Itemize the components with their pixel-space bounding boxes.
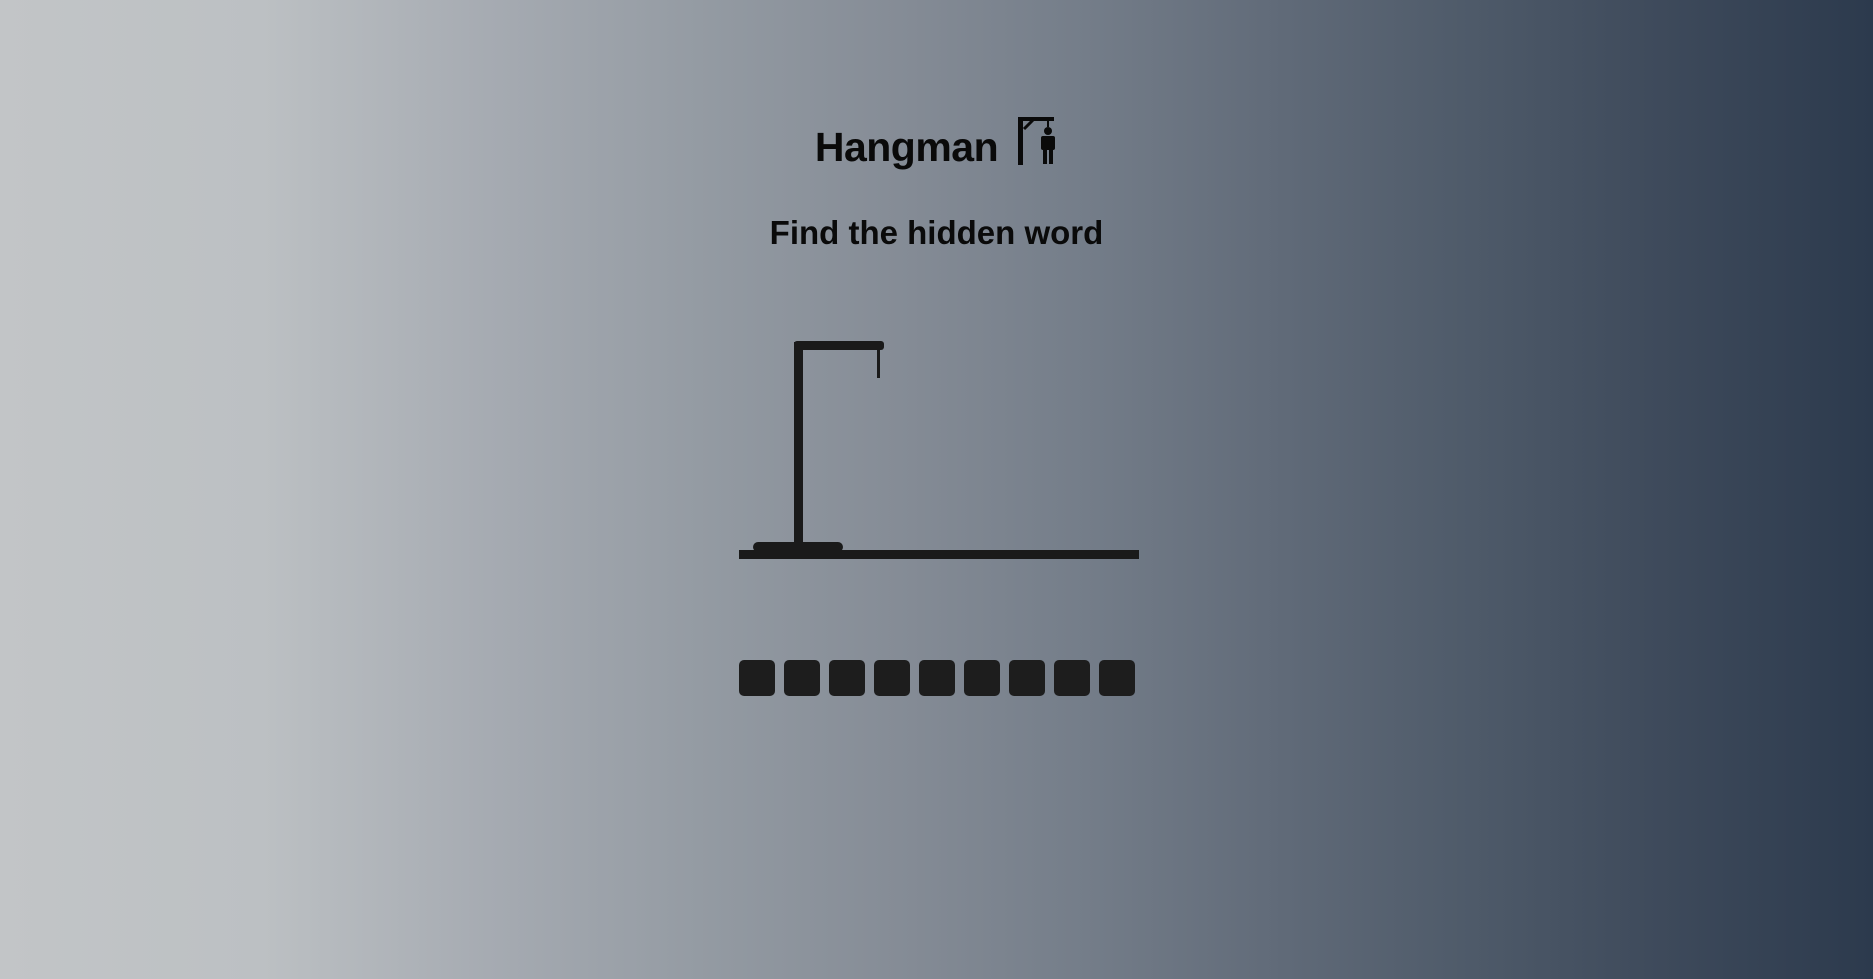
- letter-slot: [1008, 660, 1045, 696]
- gallows-man-icon: [1018, 117, 1056, 165]
- letter-slot: [918, 660, 955, 696]
- gallows-pole: [794, 342, 803, 554]
- letter-slot: [783, 660, 820, 696]
- letter-slot: [1098, 660, 1135, 696]
- gallows-rope: [877, 345, 880, 378]
- word-slots: [0, 660, 1873, 696]
- gallows-beam: [794, 341, 884, 350]
- letter-slot: [738, 660, 775, 696]
- subtitle: Find the hidden word: [769, 214, 1104, 251]
- letter-slot: [828, 660, 865, 696]
- gallows-drawing: [739, 341, 1139, 559]
- title-row: Hangman: [0, 108, 1873, 176]
- letter-slot: [873, 660, 910, 696]
- letter-slot: [1053, 660, 1090, 696]
- page-title: Hangman: [814, 123, 999, 170]
- letter-slot: [963, 660, 1000, 696]
